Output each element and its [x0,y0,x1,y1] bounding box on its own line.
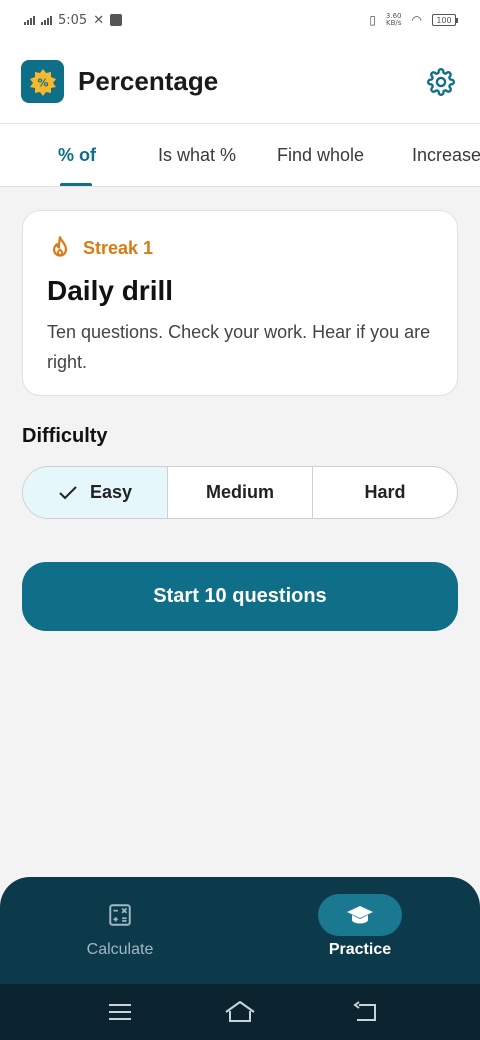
gear-icon [427,67,455,96]
signal-icon [41,15,52,25]
difficulty-selector: Easy Medium Hard [22,466,458,519]
daily-drill-card: Streak 1 Daily drill Ten questions. Chec… [22,210,458,396]
back-button[interactable] [346,996,386,1028]
tools-icon: ✕ [93,12,105,28]
tab-find-whole[interactable]: Find whole [277,124,364,186]
vibrate-icon: ▯ [369,13,376,27]
difficulty-label: Difficulty [22,425,108,447]
nav-label-calculate: Calculate [86,941,154,958]
difficulty-hard-label: Hard [364,482,406,502]
wifi-icon: ◠ [411,13,422,27]
graduation-cap-icon [347,906,373,924]
calculator-icon [109,904,131,926]
battery-icon: 100 [432,14,458,26]
check-icon [59,485,77,499]
streak-label: Streak 1 [83,237,154,258]
card-description: Ten questions. Check your work. Hear if … [47,322,431,372]
network-speed-unit: KB/s [386,19,402,27]
system-nav-bar [0,984,480,1040]
difficulty-medium-label: Medium [205,482,274,502]
difficulty-hard-option[interactable]: Hard [312,467,457,518]
app-logo: % [21,60,64,103]
difficulty-easy-option[interactable]: Easy [23,467,167,518]
signal-icon [24,15,35,25]
difficulty-easy-label: Easy [89,482,133,502]
tab-increase[interactable]: Increase [412,124,480,186]
app-notification-icon [110,14,123,26]
menu-icon [109,1004,131,1020]
flame-icon [52,236,68,257]
page-title: Percentage [78,66,219,96]
bottom-nav: Calculate Practice [0,877,480,984]
tab-percent-of[interactable]: % of [58,124,96,186]
tab-indicator [60,183,92,186]
back-icon [353,1001,376,1021]
nav-item-practice[interactable]: Practice [240,877,480,984]
logo-symbol: % [37,76,48,89]
nav-icon-container [78,894,162,936]
home-button[interactable] [220,996,260,1028]
tab-bar: % of Is what % Find whole Increase [0,124,480,187]
percent-badge-icon: % [29,68,56,96]
app-bar: % Percentage [0,40,480,124]
nav-icon-container [318,894,402,936]
difficulty-medium-option[interactable]: Medium [167,467,312,518]
status-time: 5:05 [58,12,88,28]
status-bar: 5:05 ✕ ▯ 3.60 KB/s ◠ 100 [0,0,480,40]
network-speed: 3.60 KB/s [386,13,402,27]
start-questions-button[interactable]: Start 10 questions [22,562,458,631]
tab-is-what-percent[interactable]: Is what % [158,124,236,186]
nav-label-practice: Practice [328,941,392,958]
battery-level: 100 [436,15,452,25]
nav-item-calculate[interactable]: Calculate [0,877,240,984]
streak-row: Streak 1 [47,235,433,261]
settings-button[interactable] [423,64,459,100]
card-title: Daily drill [47,275,174,306]
home-icon [225,1001,255,1022]
menu-button[interactable] [100,996,140,1028]
